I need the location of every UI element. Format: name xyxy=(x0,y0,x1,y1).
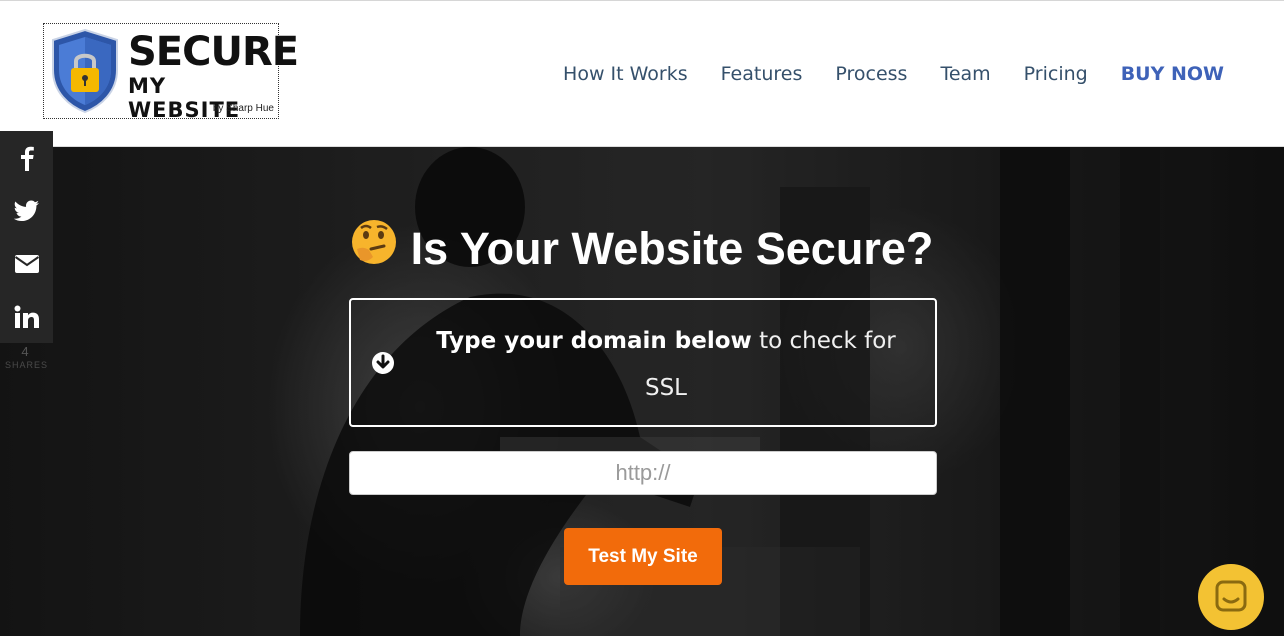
share-count: 4 SHARES xyxy=(0,344,53,371)
share-count-label: SHARES xyxy=(4,360,48,370)
hero-title-text: Is Your Website Secure? xyxy=(410,223,934,274)
share-email-button[interactable] xyxy=(0,237,53,290)
instruction-text: Type your domain below to check for SSL xyxy=(421,318,911,412)
chat-icon xyxy=(1215,580,1247,612)
share-count-number: 4 xyxy=(21,344,29,359)
social-share-bar xyxy=(0,131,53,343)
facebook-icon xyxy=(20,146,34,171)
domain-url-input[interactable] xyxy=(349,451,937,495)
nav-how-it-works[interactable]: How It Works xyxy=(563,61,688,87)
instruction-box: Type your domain below to check for SSL xyxy=(349,298,937,427)
nav-pricing[interactable]: Pricing xyxy=(1024,61,1088,87)
shield-lock-icon xyxy=(52,28,118,114)
logo-text-secure: SECURE xyxy=(128,29,299,75)
hero-title: Is Your Website Secure? xyxy=(0,219,1284,278)
share-linkedin-button[interactable] xyxy=(0,290,53,343)
twitter-icon xyxy=(13,200,39,221)
nav-process[interactable]: Process xyxy=(835,61,907,87)
chat-launcher-button[interactable] xyxy=(1198,564,1264,630)
share-twitter-button[interactable] xyxy=(0,184,53,237)
arrow-circle-down-icon xyxy=(372,352,394,374)
thinking-face-icon xyxy=(351,219,397,278)
nav-team[interactable]: Team xyxy=(940,61,990,87)
nav-features[interactable]: Features xyxy=(721,61,803,87)
site-logo[interactable]: SECURE MY WEBSITE by Sharp Hue xyxy=(43,23,299,122)
share-facebook-button[interactable] xyxy=(0,131,53,184)
test-my-site-button[interactable]: Test My Site xyxy=(564,528,722,585)
main-nav: How It Works Features Process Team Prici… xyxy=(563,61,1224,87)
email-icon xyxy=(14,254,39,273)
hero-section: Is Your Website Secure? Type your domain… xyxy=(0,147,1284,636)
linkedin-icon xyxy=(14,305,39,328)
logo-byline: by Sharp Hue xyxy=(212,103,274,114)
site-header: SECURE MY WEBSITE by Sharp Hue How It Wo… xyxy=(0,0,1284,147)
nav-buy-now[interactable]: BUY NOW xyxy=(1121,61,1224,87)
instruction-text-bold: Type your domain below xyxy=(436,328,752,354)
